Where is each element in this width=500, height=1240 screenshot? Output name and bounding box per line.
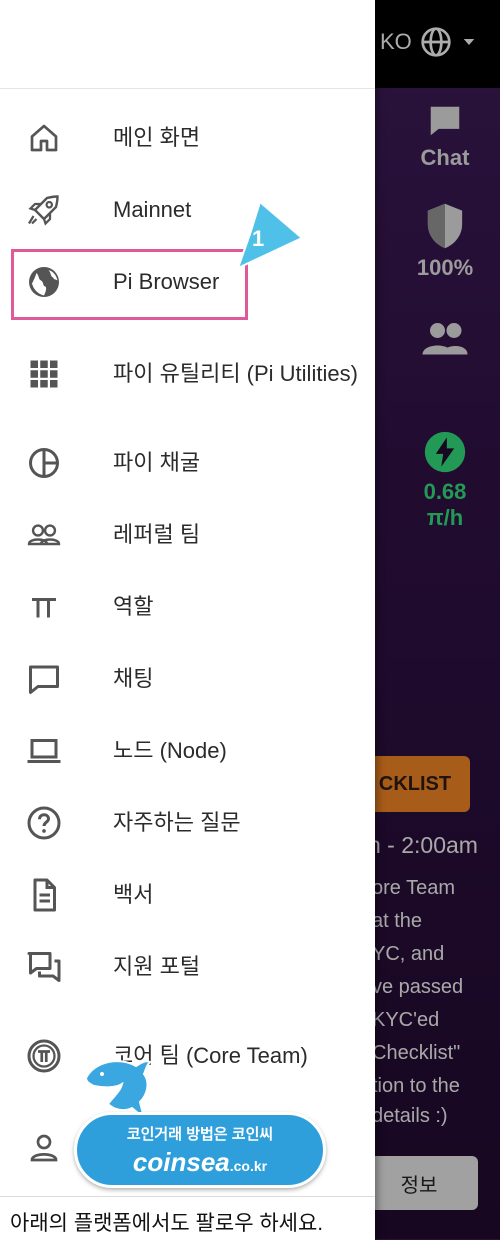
menu-item-mainnet[interactable]: Mainnet	[0, 190, 375, 230]
laptop-icon	[24, 731, 64, 771]
document-icon	[24, 875, 64, 915]
pi-coin-icon	[24, 1036, 64, 1076]
home-icon	[24, 118, 64, 158]
menu-item-roles[interactable]: 역할	[0, 587, 375, 627]
callout-arrow-icon	[236, 200, 304, 270]
menu-label: 노드 (Node)	[113, 738, 227, 763]
help-icon	[24, 803, 64, 843]
menu-item-chat[interactable]: 채팅	[0, 659, 375, 699]
menu-item-referral-team[interactable]: 레퍼럴 팀	[0, 515, 375, 555]
menu-item-home[interactable]: 메인 화면	[0, 118, 375, 158]
drawer-header	[0, 0, 375, 89]
menu-label: 역할	[113, 594, 154, 619]
pie-chart-icon	[24, 443, 64, 483]
menu-item-faq[interactable]: 자주하는 질문	[0, 803, 375, 843]
menu-item-pi-utilities[interactable]: 파이 유틸리티 (Pi Utilities)	[0, 336, 375, 412]
menu-label: 채팅	[113, 666, 154, 691]
menu-item-support[interactable]: 지원 포털	[0, 947, 375, 987]
grid-icon	[24, 354, 64, 394]
menu-label: 백서	[113, 882, 154, 907]
menu-item-core-team[interactable]: 코어 팀 (Core Team)	[0, 1018, 375, 1094]
navigation-drawer: 메인 화면 Mainnet Pi Browser 파이 유틸리티 (Pi Uti…	[0, 0, 375, 1240]
watermark-tagline: 코인거래 방법은 코인씨	[126, 1126, 274, 1143]
menu-item-whitepaper[interactable]: 백서	[0, 875, 375, 915]
watermark-brand: coinsea.co.kr	[77, 1147, 323, 1178]
menu-label: 지원 포털	[113, 954, 201, 979]
menu-label: 파이 채굴	[113, 450, 201, 475]
menu-label: 자주하는 질문	[113, 810, 241, 835]
chat-bubble-icon	[24, 659, 64, 699]
pi-icon	[24, 587, 64, 627]
watermark-badge: 코인거래 방법은 코인씨 coinsea.co.kr	[74, 1112, 326, 1188]
highlight-box	[11, 249, 248, 320]
menu-item-node[interactable]: 노드 (Node)	[0, 731, 375, 771]
referral-team-icon	[24, 515, 64, 555]
follow-platforms-text: 아래의 플랫폼에서도 팔로우 하세요.	[10, 1212, 324, 1235]
menu-label: 메인 화면	[113, 125, 201, 150]
person-icon	[24, 1128, 64, 1168]
menu-label: 레퍼럴 팀	[113, 522, 201, 547]
menu-label: 파이 유틸리티 (Pi Utilities)	[113, 361, 358, 386]
drawer-footer: 아래의 플랫폼에서도 팔로우 하세요.	[0, 1196, 375, 1240]
rocket-icon	[24, 190, 64, 230]
callout-number: 1	[252, 226, 265, 251]
menu-item-mining[interactable]: 파이 채굴	[0, 443, 375, 483]
watermark-domain: .co.kr	[229, 1158, 268, 1174]
support-icon	[24, 947, 64, 987]
watermark-brand-name: coinsea	[132, 1147, 230, 1177]
